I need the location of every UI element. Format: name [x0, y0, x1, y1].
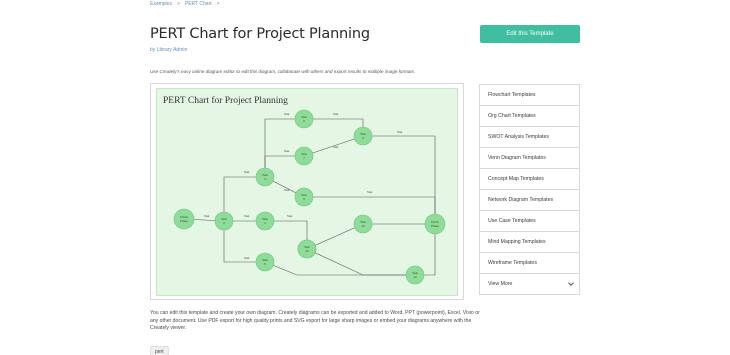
edge-label: Task — [244, 214, 250, 218]
edge-label: Task — [204, 214, 210, 218]
edge-label: Task — [244, 256, 250, 260]
edge-label: Task — [333, 145, 339, 149]
edit-template-button[interactable]: Edit this Template — [480, 25, 580, 43]
sidebar-item-venn[interactable]: Venn Diagram Templates — [480, 148, 579, 169]
template-category-list: Flowchart Templates Org Chart Templates … — [479, 84, 580, 295]
diagram-canvas[interactable]: PERT Chart for Project Planning Task Task… — [156, 88, 458, 296]
sidebar-item-use-case[interactable]: Use Case Templates — [480, 211, 579, 232]
node-label: 13 — [413, 275, 417, 279]
node-label: Phase — [431, 224, 439, 228]
template-body-text: You can edit this template and create yo… — [150, 310, 480, 332]
sidebar-item-org-chart[interactable]: Org Chart Templates — [480, 106, 579, 127]
edge-label: Task — [284, 112, 290, 116]
diagram-title: PERT Chart for Project Planning — [163, 95, 288, 106]
diagram-preview-card[interactable]: PERT Chart for Project Planning Task Task… — [150, 83, 464, 300]
edge-label: Task — [397, 130, 403, 134]
dependency-arrow — [264, 261, 416, 277]
dependency-arrow — [306, 248, 416, 277]
sidebar-item-swot[interactable]: SWOT Analysis Templates — [480, 127, 579, 148]
chevron-down-icon — [568, 280, 574, 286]
view-more-label: View More — [488, 281, 513, 287]
edge-label: Task — [244, 170, 250, 174]
sidebar-item-mind-map[interactable]: Mind Mapping Templates — [480, 232, 579, 253]
dependency-arrow — [363, 135, 437, 225]
edge-label: Task — [333, 112, 339, 116]
sidebar-item-network[interactable]: Network Diagram Templates — [480, 190, 579, 211]
edge-label: Task — [367, 190, 373, 194]
breadcrumb-pert-chart[interactable]: PERT Chart — [185, 1, 212, 7]
sidebar-item-wireframe[interactable]: Wireframe Templates — [480, 253, 579, 274]
breadcrumb-separator: > — [176, 1, 180, 7]
breadcrumb-examples[interactable]: Examples — [150, 1, 172, 7]
sidebar-item-flowchart[interactable]: Flowchart Templates — [480, 85, 579, 106]
breadcrumb-separator: > — [216, 1, 220, 7]
node-label: 10 — [361, 224, 365, 228]
template-description: Use Creately’s easy online diagram edito… — [150, 69, 416, 74]
breadcrumb: Examples > PERT Chart > — [150, 1, 220, 7]
edge-label: Task — [284, 149, 290, 153]
pert-diagram: PERT Chart for Project Planning Task Task… — [163, 95, 446, 285]
sidebar-item-concept-map[interactable]: Concept Map Templates — [480, 169, 579, 190]
node-label: Phase — [180, 219, 188, 223]
author-link[interactable]: by Library Admin — [150, 47, 187, 53]
page-title: PERT Chart for Project Planning — [150, 26, 370, 42]
node-label: 12 — [305, 249, 309, 253]
dependency-arrow — [264, 117, 305, 177]
edge-label: Task — [284, 188, 290, 192]
edge-label: Task — [287, 214, 293, 218]
tag-pert[interactable]: pert — [150, 346, 169, 355]
view-more-button[interactable]: View More — [480, 274, 579, 295]
